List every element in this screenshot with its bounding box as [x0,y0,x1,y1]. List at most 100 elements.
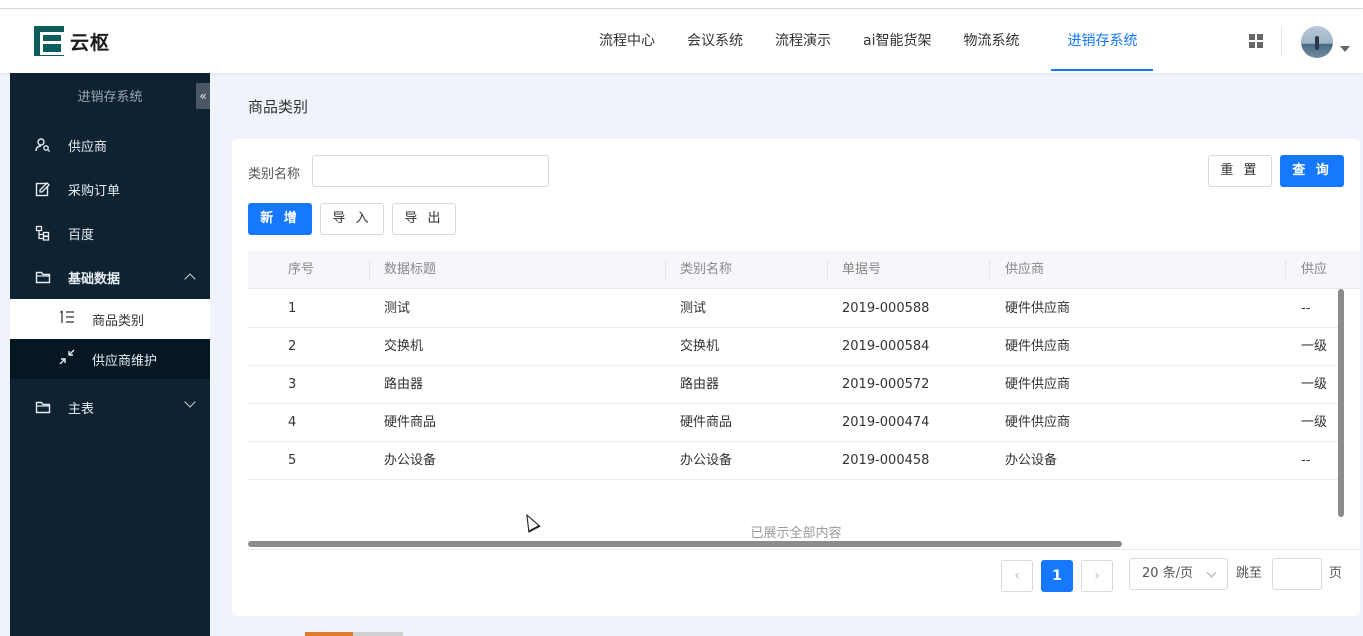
chevron-up-icon[interactable] [184,273,196,285]
page-size-value: 20 条/页 [1142,566,1194,581]
sidebar-item-label: 百度 [68,227,95,243]
header-divider [1281,27,1282,55]
cell-doc-no: 2019-000474 [842,415,930,430]
avatar[interactable] [1301,26,1333,58]
cell-doc-no: 2019-000584 [842,339,930,354]
nav-item-process-center[interactable]: 流程中心 [583,9,671,73]
column-header-title: 数据标题 [384,262,437,277]
column-divider [1285,260,1286,280]
cell-supplier: 硬件供应商 [1005,377,1071,392]
top-header: 云枢 流程中心 会议系统 流程演示 ai智能货架 物流系统 进销存系统 [0,9,1363,73]
sidebar-item-main-table[interactable]: 主表 [10,385,210,429]
cell-category: 办公设备 [680,453,733,468]
chevron-down-icon[interactable] [184,396,196,408]
logo-text: 云枢 [70,31,111,54]
cell-supplier-level: 一级 [1301,339,1328,354]
cell-category: 硬件商品 [680,415,733,430]
nav-item-ai-shelf[interactable]: ai智能货架 [847,9,947,73]
export-button[interactable]: 导 出 [392,203,456,235]
sidebar-item-label: 基础数据 [68,271,121,287]
sidebar-item-supplier[interactable]: 供应商 [10,123,210,167]
logo-icon [34,26,64,56]
cell-index: 5 [288,453,297,468]
page-suffix-label: 页 [1329,566,1343,581]
table-footer-note: 已展示全部内容 [750,526,842,541]
chevron-down-icon [1206,567,1217,578]
next-page-button[interactable]: › [1081,560,1113,592]
table-row[interactable]: 1 测试 测试 2019-000588 硬件供应商 -- [248,290,1338,328]
add-button[interactable]: 新 增 [248,203,312,235]
column-divider [665,260,666,280]
page-title: 商品类别 [248,98,309,116]
nav-item-logistics[interactable]: 物流系统 [947,9,1051,73]
cell-doc-no: 2019-000588 [842,301,930,316]
cell-supplier-level: 一级 [1301,415,1328,430]
table-row[interactable]: 3 路由器 路由器 2019-000572 硬件供应商 一级 [248,366,1338,404]
cell-title: 测试 [384,301,411,316]
table-divider [248,549,1360,550]
shrink-icon [58,349,76,369]
page-size-select[interactable]: 20 条/页 [1129,558,1228,590]
folder-icon [34,398,52,416]
table-row[interactable]: 4 硬件商品 硬件商品 2019-000474 硬件供应商 一级 [248,404,1338,442]
collapse-sidebar-icon[interactable]: « [196,83,210,109]
cell-title: 交换机 [384,339,424,354]
logo[interactable]: 云枢 [34,26,110,56]
taskbar-fragment [305,632,353,636]
category-name-input[interactable] [312,155,549,187]
table-row[interactable]: 2 交换机 交换机 2019-000584 硬件供应商 一级 [248,328,1338,366]
page-1-button[interactable]: 1 [1041,560,1073,592]
top-nav: 流程中心 会议系统 流程演示 ai智能货架 物流系统 进销存系统 [583,9,1154,73]
cell-category: 交换机 [680,339,720,354]
reset-button[interactable]: 重 置 [1208,155,1272,187]
sidebar-subitem-supplier-maintenance[interactable]: 供应商维护 [10,339,210,379]
sidebar-item-baidu[interactable]: 百度 [10,211,210,255]
cell-index: 2 [288,339,297,354]
list-icon [58,310,76,328]
column-header-category: 类别名称 [680,262,733,277]
cell-title: 路由器 [384,377,424,392]
column-header-supplier: 供应商 [1005,262,1045,277]
sidebar-item-purchase-order[interactable]: 采购订单 [10,167,210,211]
column-divider [989,260,990,280]
tree-icon [34,224,52,242]
table-header: 序号 数据标题 类别名称 单据号 供应商 供应商 [248,251,1360,289]
horizontal-scrollbar[interactable] [248,541,1122,547]
table-row[interactable]: 5 办公设备 办公设备 2019-000458 办公设备 -- [248,442,1338,480]
taskbar-fragment [353,632,403,636]
vertical-scrollbar[interactable] [1338,289,1344,517]
query-button[interactable]: 查 询 [1280,155,1344,187]
cell-supplier: 办公设备 [1005,453,1058,468]
jump-label: 跳至 [1236,566,1263,581]
sidebar-title: 进销存系统 [77,90,143,105]
sidebar-subitem-label: 商品类别 [92,313,145,329]
sidebar-subitem-product-category[interactable]: 商品类别 [10,299,210,339]
sidebar-item-label: 采购订单 [68,183,121,199]
sidebar-item-label: 主表 [68,401,95,417]
caret-down-icon[interactable] [1340,46,1350,52]
sidebar-item-base-data[interactable]: 基础数据 [10,255,210,299]
edit-doc-icon [34,180,52,198]
cell-index: 3 [288,377,297,392]
cell-doc-no: 2019-000458 [842,453,930,468]
cell-index: 1 [288,301,297,316]
cell-category: 测试 [680,301,707,316]
import-button[interactable]: 导 入 [320,203,384,235]
cell-title: 办公设备 [384,453,437,468]
column-header-supplier-level: 供应商 [1301,262,1328,277]
cell-supplier-level: -- [1301,301,1311,316]
nav-item-inventory[interactable]: 进销存系统 [1051,9,1154,73]
cell-category: 路由器 [680,377,720,392]
column-header-index: 序号 [288,262,315,277]
sidebar-subitem-label: 供应商维护 [92,353,158,369]
cell-index: 4 [288,415,297,430]
prev-page-button[interactable]: ‹ [1001,560,1033,592]
column-divider [369,260,370,280]
filter-label: 类别名称 [248,167,301,182]
column-header-doc-no: 单据号 [842,262,882,277]
nav-item-process-demo[interactable]: 流程演示 [759,9,847,73]
sidebar: 进销存系统 « 供应商 采购订单 百度 基础数据 商品类别 供应商维护 主表 [10,73,210,636]
nav-item-meeting-system[interactable]: 会议系统 [671,9,759,73]
jump-page-input[interactable] [1272,558,1322,590]
apps-grid-icon[interactable] [1249,34,1263,48]
